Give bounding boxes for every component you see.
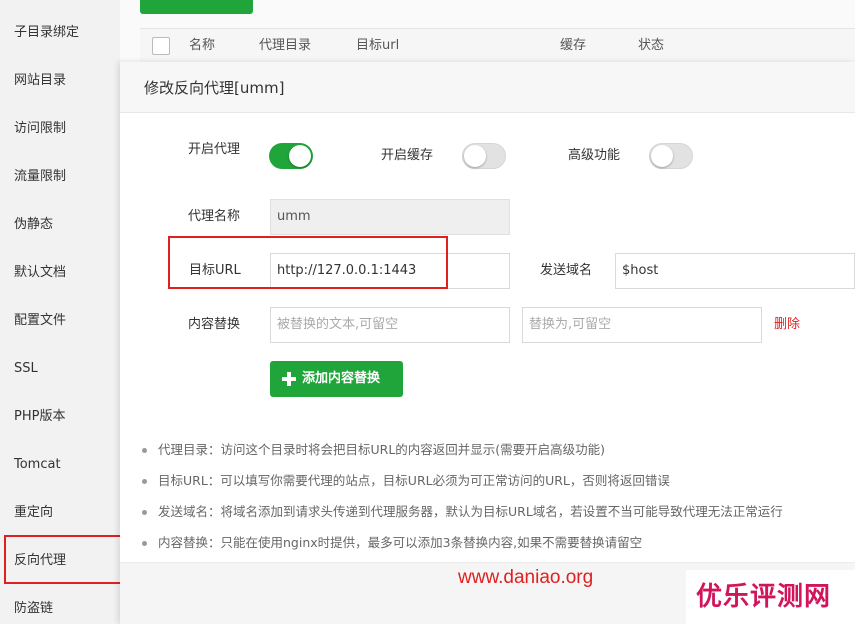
column-status: 状态: [638, 38, 665, 53]
bullet-icon: [142, 510, 147, 515]
sidebar-item-default-doc[interactable]: 默认文档: [14, 263, 66, 283]
toggle-knob: [651, 145, 673, 167]
brand-logo: 优乐评测网: [686, 570, 855, 624]
add-content-replace-button[interactable]: 添加内容替换: [270, 361, 403, 397]
list-item: 内容替换：只能在使用nginx时提供，最多可以添加3条替换内容,如果不需要替换请…: [138, 533, 855, 564]
sidebar-item-tomcat[interactable]: Tomcat: [14, 455, 61, 475]
advanced-label: 高级功能: [568, 148, 621, 163]
help-notes: 代理目录：访问这个目录时将会把目标URL的内容返回并显示(需要开启高级功能) 目…: [138, 440, 855, 564]
sidebar-item-traffic-limit[interactable]: 流量限制: [14, 167, 66, 187]
sidebar-item-ssl[interactable]: SSL: [14, 359, 38, 379]
sidebar-item-subdir-binding[interactable]: 子目录绑定: [14, 23, 79, 43]
advanced-toggle[interactable]: [649, 143, 693, 169]
enable-cache-toggle[interactable]: [462, 143, 506, 169]
replace-from-input[interactable]: 被替换的文本,可留空: [270, 307, 510, 343]
sidebar-item-rewrite[interactable]: 伪静态: [14, 215, 53, 235]
column-target-url: 目标url: [356, 38, 400, 53]
send-domain-label: 发送域名: [540, 263, 593, 278]
sidebar-item-php-version[interactable]: PHP版本: [14, 407, 65, 427]
sidebar-item-redirect[interactable]: 重定向: [14, 503, 53, 523]
proxy-name-label: 代理名称: [188, 209, 241, 224]
dialog-title: 修改反向代理[umm]: [144, 79, 285, 97]
replace-to-input[interactable]: 替换为,可留空: [522, 307, 762, 343]
edit-reverse-proxy-dialog: 修改反向代理[umm] 开启代理 开启缓存 高级功能 代理名称 umm 目标UR…: [120, 62, 855, 624]
bullet-icon: [142, 479, 147, 484]
column-proxy-dir: 代理目录: [259, 38, 312, 53]
list-item: 目标URL：可以填写你需要代理的站点，目标URL必须为可正常访问的URL，否则将…: [138, 471, 855, 502]
send-domain-field[interactable]: $host: [615, 253, 855, 289]
sidebar-item-site-dir[interactable]: 网站目录: [14, 71, 66, 91]
add-content-replace-label: 添加内容替换: [302, 371, 381, 386]
sidebar: 子目录绑定 网站目录 访问限制 流量限制 伪静态 默认文档 配置文件 SSL P…: [0, 0, 120, 624]
sidebar-item-config-file[interactable]: 配置文件: [14, 311, 66, 331]
select-all-checkbox[interactable]: [152, 37, 170, 55]
site-watermark: www.daniao.org: [458, 567, 594, 588]
list-item: 代理目录：访问这个目录时将会把目标URL的内容返回并显示(需要开启高级功能): [138, 440, 855, 471]
column-cache: 缓存: [560, 38, 587, 53]
list-item: 发送域名：将域名添加到请求头传递到代理服务器，默认为目标URL域名，若设置不当可…: [138, 502, 855, 533]
note-text: 发送域名：将域名添加到请求头传递到代理服务器，默认为目标URL域名，若设置不当可…: [158, 504, 783, 519]
bullet-icon: [142, 541, 147, 546]
plus-icon: [282, 372, 296, 386]
dialog-header: 修改反向代理[umm]: [120, 62, 855, 113]
content-replace-label: 内容替换: [188, 317, 241, 332]
bullet-icon: [142, 448, 147, 453]
note-text: 目标URL：可以填写你需要代理的站点，目标URL必须为可正常访问的URL，否则将…: [158, 473, 670, 488]
delete-replace-link[interactable]: 删除: [774, 315, 800, 335]
add-reverse-proxy-button[interactable]: [140, 0, 253, 14]
reverse-proxy-highlight-box: [4, 535, 130, 584]
toggle-knob: [464, 145, 486, 167]
enable-cache-label: 开启缓存: [381, 148, 434, 163]
note-text: 代理目录：访问这个目录时将会把目标URL的内容返回并显示(需要开启高级功能): [158, 442, 606, 457]
proxy-table-header: [140, 28, 855, 64]
enable-proxy-toggle[interactable]: [269, 143, 313, 169]
target-url-highlight-box: [168, 236, 448, 289]
sidebar-item-hotlink-protection[interactable]: 防盗链: [14, 599, 53, 619]
note-text: 内容替换：只能在使用nginx时提供，最多可以添加3条替换内容,如果不需要替换请…: [158, 535, 643, 550]
enable-proxy-label: 开启代理: [188, 142, 241, 157]
proxy-name-field: umm: [270, 199, 510, 235]
column-name: 名称: [189, 38, 216, 53]
sidebar-item-access-limit[interactable]: 访问限制: [14, 119, 66, 139]
toggle-knob: [289, 145, 311, 167]
brand-logo-text: 优乐评测网: [696, 582, 832, 612]
